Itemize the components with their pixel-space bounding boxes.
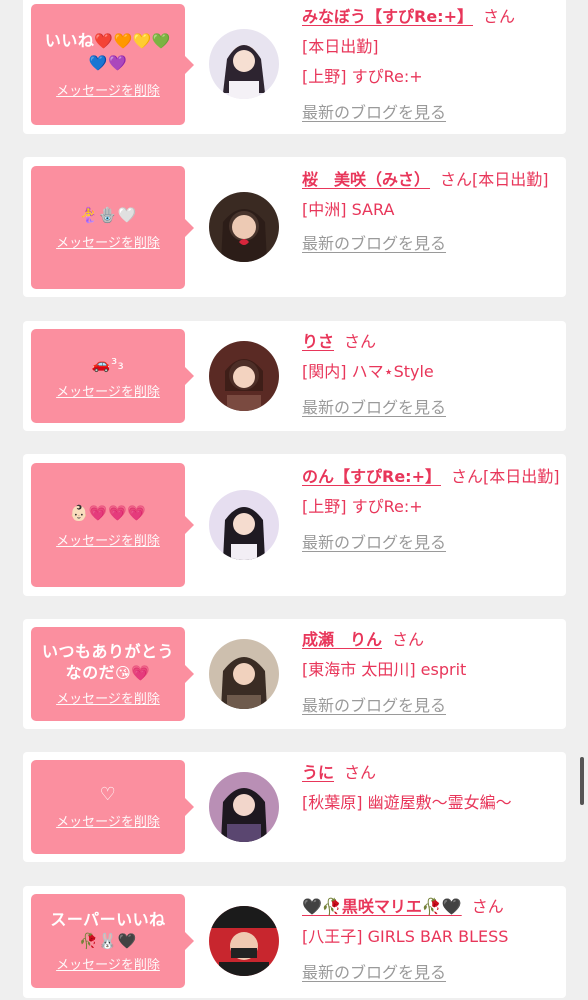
cast-info: のん【すぴRe:+】 さん[本日出勤] [上野] すぴRe:+ 最新のブログを見る: [302, 462, 564, 558]
detail-line: [東海市 太田川] esprit: [302, 660, 467, 679]
cast-info: 成瀬 りん さん [東海市 太田川] esprit 最新のブログを見る: [302, 625, 564, 721]
message-bubble: 🧜‍♀️🪬🤍 メッセージを削除: [31, 166, 194, 289]
message-text: 🧜‍♀️🪬🤍: [79, 206, 137, 224]
cast-name-link[interactable]: うに: [302, 763, 334, 782]
cast-info: 桜 美咲（みさ） さん[本日出勤] [中洲] SARA 最新のブログを見る: [302, 165, 564, 259]
latest-blog-link[interactable]: 最新のブログを見る: [302, 98, 564, 128]
message-bubble: いいね❤️🧡💛💚💙💜 メッセージを削除: [31, 4, 194, 125]
latest-blog-link[interactable]: 最新のブログを見る: [302, 691, 564, 721]
delete-message-link[interactable]: メッセージを削除: [56, 954, 160, 973]
message-card: 🚗³₃ メッセージを削除 りさ さん [関内] ハマ⋆Style 最新のブログを見…: [23, 321, 566, 431]
message-card: ♡ メッセージを削除 うに さん [秋葉原] 幽遊屋敷～霊女編～: [23, 752, 566, 862]
detail-line: [本日出勤]: [472, 170, 549, 189]
delete-message-link[interactable]: メッセージを削除: [56, 381, 160, 400]
detail-line: [関内] ハマ⋆Style: [302, 362, 434, 381]
delete-message-link[interactable]: メッセージを削除: [56, 232, 160, 251]
message-card: いいね❤️🧡💛💚💙💜 メッセージを削除 みなぼう【すぴRe:+】 さん [本日出勤…: [23, 0, 566, 134]
cast-info: りさ さん [関内] ハマ⋆Style 最新のブログを見る: [302, 327, 564, 423]
latest-blog-link[interactable]: 最新のブログを見る: [302, 958, 564, 988]
honorific: さん: [344, 763, 377, 782]
latest-blog-link[interactable]: 最新のブログを見る: [302, 393, 564, 423]
message-text: 👶🏻💗💗💗: [69, 503, 147, 522]
avatar[interactable]: [209, 29, 279, 99]
message-card: いつもありがとうなのだ😘💗 メッセージを削除 成瀬 りん さん [東海市 太田川]…: [23, 619, 566, 729]
message-text: 🚗³₃: [91, 354, 125, 373]
detail-line: [上野] すぴRe:+: [302, 67, 423, 86]
avatar[interactable]: [209, 341, 279, 411]
latest-blog-link[interactable]: 最新のブログを見る: [302, 528, 564, 558]
message-text: いつもありがとうなのだ😘💗: [41, 642, 174, 682]
avatar[interactable]: [209, 639, 279, 709]
message-card: 🧜‍♀️🪬🤍 メッセージを削除 桜 美咲（みさ） さん[本日出勤] [中洲] SA…: [23, 157, 566, 297]
message-bubble: いつもありがとうなのだ😘💗 メッセージを削除: [31, 627, 194, 721]
cast-name-link[interactable]: 桜 美咲（みさ）: [302, 170, 430, 189]
honorific: さん: [440, 170, 473, 189]
delete-message-link[interactable]: メッセージを削除: [56, 80, 160, 99]
cast-name-link[interactable]: 成瀬 りん: [302, 630, 382, 649]
honorific: さん: [482, 7, 515, 26]
message-text: いいね❤️🧡💛💚💙💜: [44, 31, 172, 72]
cast-info: うに さん [秋葉原] 幽遊屋敷～霊女編～: [302, 758, 564, 818]
delete-message-link[interactable]: メッセージを削除: [56, 530, 160, 549]
message-bubble: ♡ メッセージを削除: [31, 760, 194, 854]
detail-line: [本日出勤]: [302, 37, 379, 56]
delete-message-link[interactable]: メッセージを削除: [56, 811, 160, 830]
delete-message-link[interactable]: メッセージを削除: [56, 688, 160, 707]
cast-info: 🖤🥀黒咲マリエ🥀🖤 さん [八王子] GIRLS BAR BLESS 最新のブログ…: [302, 892, 564, 988]
scrollbar[interactable]: [580, 757, 584, 805]
cast-name-link[interactable]: のん【すぴRe:+】: [302, 467, 441, 486]
cast-name-link[interactable]: 🖤🥀黒咲マリエ🥀🖤: [302, 897, 462, 916]
avatar[interactable]: [209, 490, 279, 560]
cast-info: みなぼう【すぴRe:+】 さん [本日出勤] [上野] すぴRe:+ 最新のブログ…: [302, 2, 564, 128]
message-text: ♡: [99, 784, 117, 805]
avatar[interactable]: [209, 192, 279, 262]
message-card: 👶🏻💗💗💗 メッセージを削除 のん【すぴRe:+】 さん[本日出勤] [上野] す…: [23, 454, 566, 596]
message-bubble: スーパーいいね 🥀🐰🖤 メッセージを削除: [31, 894, 194, 988]
message-text: スーパーいいね 🥀🐰🖤: [50, 910, 166, 950]
avatar[interactable]: [209, 906, 279, 976]
latest-blog-link[interactable]: 最新のブログを見る: [302, 229, 564, 259]
detail-line: [八王子] GIRLS BAR BLESS: [302, 927, 509, 946]
cast-name-link[interactable]: りさ: [302, 332, 334, 351]
message-bubble: 👶🏻💗💗💗 メッセージを削除: [31, 463, 194, 587]
honorific: さん: [471, 897, 504, 916]
detail-line: [秋葉原] 幽遊屋敷～霊女編～: [302, 793, 512, 812]
detail-line: [上野] すぴRe:+: [302, 497, 423, 516]
detail-line: [中洲] SARA: [302, 200, 395, 219]
detail-line: [本日出勤]: [483, 467, 560, 486]
message-card: スーパーいいね 🥀🐰🖤 メッセージを削除 🖤🥀黒咲マリエ🥀🖤 さん [八王子] GI…: [23, 886, 566, 998]
honorific: さん: [392, 630, 425, 649]
message-bubble: 🚗³₃ メッセージを削除: [31, 329, 194, 423]
honorific: さん: [450, 467, 483, 486]
cast-name-link[interactable]: みなぼう【すぴRe:+】: [302, 7, 473, 26]
avatar[interactable]: [209, 772, 279, 842]
honorific: さん: [344, 332, 377, 351]
